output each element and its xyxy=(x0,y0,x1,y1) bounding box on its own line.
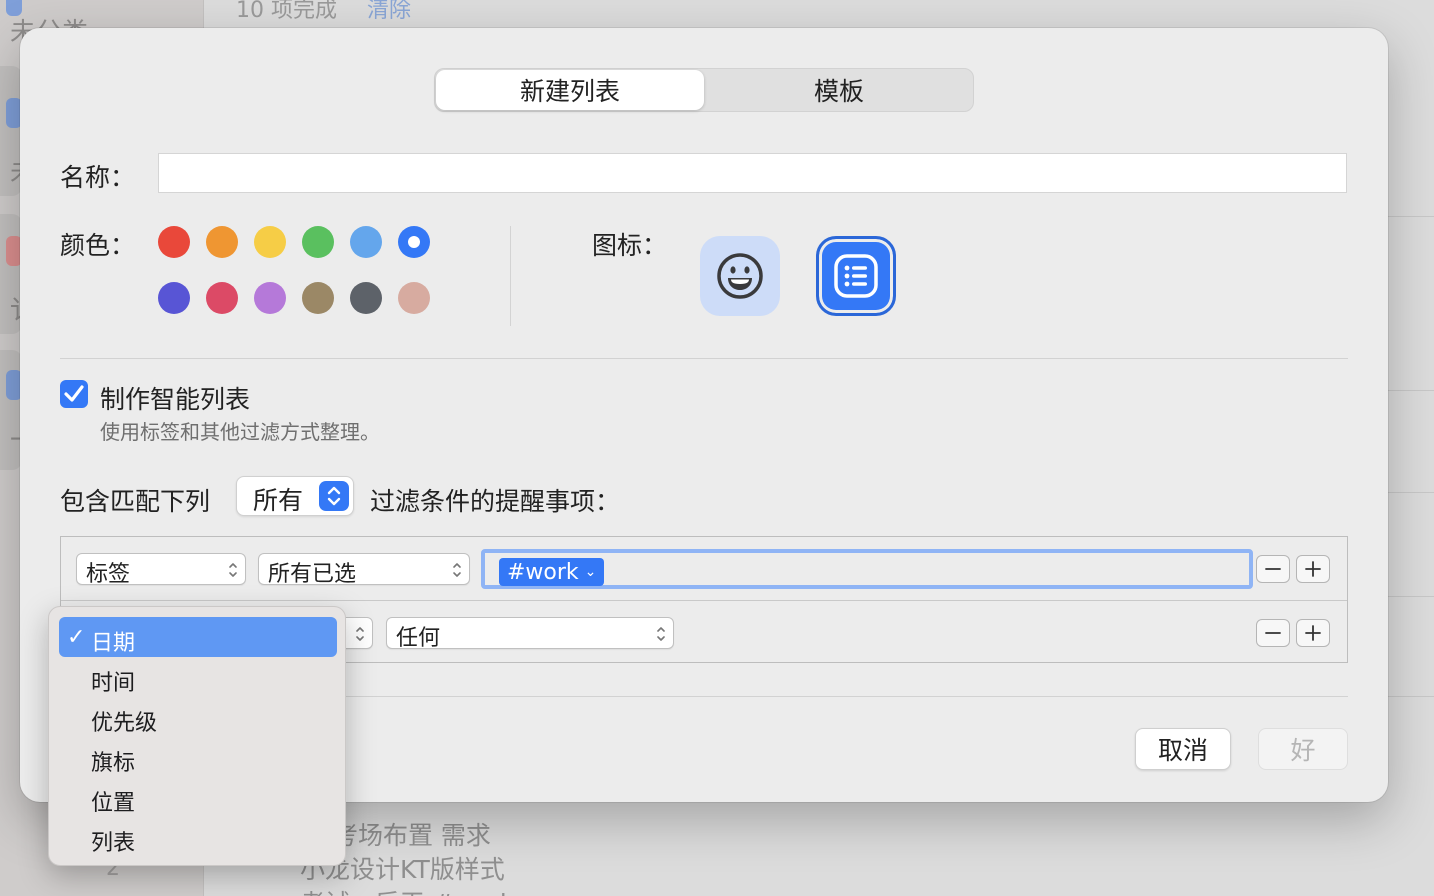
chevron-down-icon: ⌄ xyxy=(584,564,597,580)
color-swatch[interactable] xyxy=(398,226,430,258)
color-swatch[interactable] xyxy=(398,282,430,314)
background-task: 考试 - 后天 #work xyxy=(300,884,514,896)
chevron-up-down-icon xyxy=(327,486,341,506)
filter-operator-select[interactable]: 所有已选 xyxy=(258,553,470,587)
smart-list-subtitle: 使用标签和其他过滤方式整理。 xyxy=(100,420,380,444)
chevron-up-down-icon xyxy=(229,563,237,577)
add-filter-button[interactable] xyxy=(1296,619,1330,647)
tag-token-field[interactable]: #work ⌄ xyxy=(481,549,1253,589)
color-swatch[interactable] xyxy=(158,282,190,314)
background-divider xyxy=(1388,696,1434,697)
cancel-button[interactable]: 取消 xyxy=(1135,728,1231,770)
chevron-up-down-icon xyxy=(657,627,665,641)
add-filter-button[interactable] xyxy=(1296,555,1330,583)
menu-item-label: 位置 xyxy=(91,791,136,816)
plus-icon xyxy=(1305,561,1321,577)
tab-templates[interactable]: 模板 xyxy=(705,69,973,111)
tag-token[interactable]: #work ⌄ xyxy=(499,558,605,586)
menu-item-label: 列表 xyxy=(91,831,136,856)
color-swatch[interactable] xyxy=(254,282,286,314)
filter-field-select[interactable]: 标签 xyxy=(76,553,246,587)
name-label: 名称： xyxy=(60,163,136,192)
menu-item-label: 时间 xyxy=(91,671,136,696)
color-swatch[interactable] xyxy=(302,282,334,314)
vertical-divider xyxy=(510,226,511,326)
checkmark-icon xyxy=(64,385,84,402)
smiley-face-icon xyxy=(717,253,763,299)
popup-stepper xyxy=(319,481,349,511)
background-divider xyxy=(1388,492,1434,493)
color-swatch[interactable] xyxy=(158,226,190,258)
filter-field-value: 标签 xyxy=(86,562,131,587)
remove-filter-button[interactable] xyxy=(1256,619,1290,647)
ok-button[interactable]: 好 xyxy=(1258,728,1348,770)
match-mode-popup[interactable]: 所有 xyxy=(236,476,354,516)
background-divider xyxy=(1388,596,1434,597)
icon-label: 图标： xyxy=(592,231,668,260)
menu-item-priority[interactable]: 优先级 xyxy=(59,697,337,737)
smart-list-title: 制作智能列表 xyxy=(100,385,251,414)
menu-item-date[interactable]: ✓ 日期 xyxy=(59,617,337,657)
match-prefix: 包含匹配下列 xyxy=(60,487,211,516)
color-swatch[interactable] xyxy=(254,226,286,258)
background-divider xyxy=(1388,390,1434,391)
checkmark-icon: ✓ xyxy=(67,625,86,650)
match-mode-value: 所有 xyxy=(253,486,304,515)
menu-item-label: 旗标 xyxy=(91,751,136,776)
color-swatch[interactable] xyxy=(350,226,382,258)
section-divider xyxy=(60,358,1348,359)
menu-item-time[interactable]: 时间 xyxy=(59,657,337,697)
background-divider xyxy=(1388,216,1434,217)
filter-field-menu: ✓ 日期 时间 优先级 旗标 位置 列表 xyxy=(48,606,346,866)
name-input[interactable] xyxy=(158,153,1347,193)
background-clear-link: 清除 xyxy=(367,0,412,23)
color-swatch[interactable] xyxy=(206,282,238,314)
filter-operator-select[interactable]: 任何 xyxy=(386,617,674,651)
background-completed-text: 10 项完成 清除 xyxy=(236,0,412,23)
match-suffix: 过滤条件的提醒事项： xyxy=(370,487,621,516)
menu-item-label: 优先级 xyxy=(91,711,158,736)
menu-item-label: 日期 xyxy=(91,631,136,656)
list-icon-option[interactable] xyxy=(816,236,896,316)
color-swatch[interactable] xyxy=(302,226,334,258)
menu-item-flag[interactable]: 旗标 xyxy=(59,737,337,777)
list-bullet-icon xyxy=(834,254,878,298)
tab-switcher: 新建列表 模板 xyxy=(434,68,974,112)
menu-item-location[interactable]: 位置 xyxy=(59,777,337,817)
menu-item-list[interactable]: 列表 xyxy=(59,817,337,857)
filter-row-divider xyxy=(61,600,1347,601)
tab-new-list[interactable]: 新建列表 xyxy=(436,70,704,110)
color-swatch[interactable] xyxy=(350,282,382,314)
minus-icon xyxy=(1265,632,1281,634)
color-label: 颜色： xyxy=(60,231,136,260)
chevron-up-down-icon xyxy=(453,563,461,577)
smart-list-checkbox[interactable] xyxy=(60,380,88,408)
plus-icon xyxy=(1305,625,1321,641)
minus-icon xyxy=(1265,568,1281,570)
filter-operator-value: 任何 xyxy=(396,626,441,651)
filter-operator-value: 所有已选 xyxy=(268,562,357,587)
remove-filter-button[interactable] xyxy=(1256,555,1290,583)
chevron-up-down-icon xyxy=(356,627,364,641)
emoji-icon-option[interactable] xyxy=(700,236,780,316)
color-swatch[interactable] xyxy=(206,226,238,258)
